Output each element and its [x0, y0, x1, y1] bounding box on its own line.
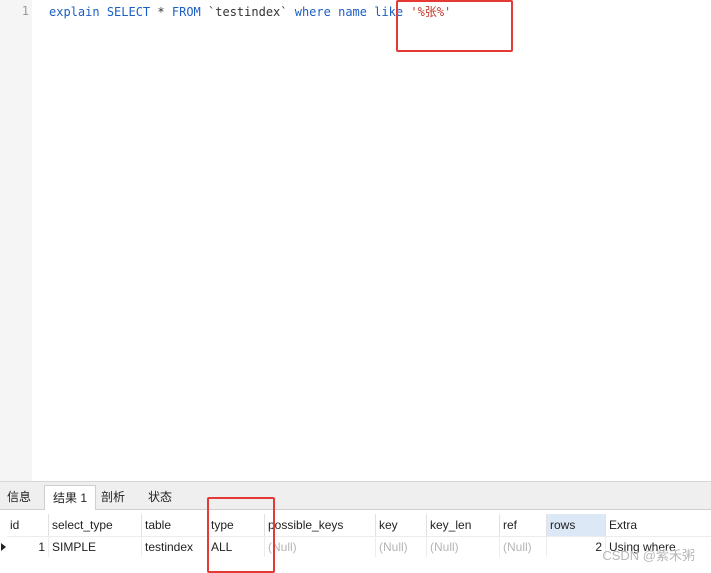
line-number: 1	[21, 4, 29, 18]
keyword-from: FROM	[171, 5, 201, 19]
cell-key-len[interactable]: (Null)	[427, 536, 500, 557]
column-header-possible-keys[interactable]: possible_keys	[265, 514, 376, 536]
column-header-select-type[interactable]: select_type	[49, 514, 142, 536]
column-header-extra[interactable]: Extra	[606, 514, 711, 536]
column-header-rows[interactable]: rows	[547, 514, 606, 536]
result-tabs: 信息 结果 1 剖析 状态	[0, 481, 711, 511]
keyword-where: where	[294, 5, 331, 19]
cell-id[interactable]: 1	[7, 536, 49, 557]
sql-editor[interactable]: 1 explain SELECT * FROM `testindex` wher…	[0, 0, 711, 481]
watermark: CSDN @紫禾粥	[602, 548, 695, 563]
highlight-box-type-column	[207, 497, 275, 573]
column-header-key-len[interactable]: key_len	[427, 514, 500, 536]
table-identifier: `testindex`	[208, 5, 288, 19]
cell-table[interactable]: testindex	[142, 536, 208, 557]
column-header-key[interactable]: key	[376, 514, 427, 536]
tab-result-1[interactable]: 结果 1	[44, 485, 96, 511]
column-name: name	[338, 5, 367, 19]
highlight-box-like-pattern	[396, 0, 513, 52]
column-header-table[interactable]: table	[142, 514, 208, 536]
keyword-select: SELECT	[106, 5, 151, 19]
cell-rows[interactable]: 2	[547, 536, 606, 557]
cell-key[interactable]: (Null)	[376, 536, 427, 557]
line-gutter: 1	[0, 0, 32, 481]
column-header-ref[interactable]: ref	[500, 514, 547, 536]
cell-possible-keys[interactable]: (Null)	[265, 536, 376, 557]
keyword-explain: explain	[49, 5, 100, 19]
column-header-id[interactable]: id	[7, 514, 49, 536]
current-row-marker	[1, 543, 6, 551]
cell-select-type[interactable]: SIMPLE	[49, 536, 142, 557]
star-token: *	[157, 5, 165, 19]
code-line[interactable]: explain SELECT * FROM `testindex` where …	[49, 4, 451, 20]
tab-status[interactable]: 状态	[142, 487, 178, 508]
tab-profile[interactable]: 剖析	[96, 487, 130, 508]
cell-ref[interactable]: (Null)	[500, 536, 547, 557]
tab-info[interactable]: 信息	[2, 487, 36, 508]
